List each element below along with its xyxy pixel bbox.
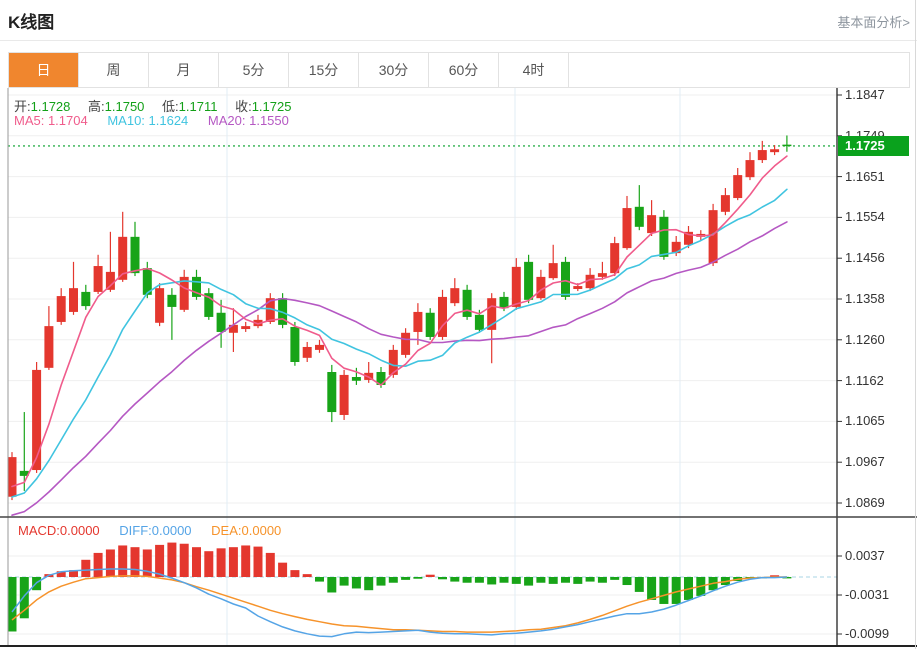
macd-legend: MACD:0.0000 DIFF:0.0000 DEA:0.0000 [18,523,297,538]
low-value: 1.1711 [179,99,218,114]
tab-period-60分[interactable]: 60分 [429,53,499,87]
main-y-label: 1.0967 [845,454,909,469]
ma-legend: MA5: 1.1704 MA10: 1.1624 MA20: 1.1550 [14,113,305,128]
close-label: 收: [235,99,252,114]
ma20-legend: MA20: 1.1550 [208,113,289,128]
main-y-label: 1.1162 [845,373,909,388]
main-y-label: 1.1554 [845,209,909,224]
main-y-label: 1.1260 [845,332,909,347]
close-value: 1.1725 [252,99,292,114]
open-value: 1.1728 [31,99,71,114]
tab-period-4时[interactable]: 4时 [499,53,569,87]
macd-y-label: 0.0037 [845,548,909,563]
main-y-label: 1.0869 [845,495,909,510]
current-price-tag: 1.1725 [838,136,909,156]
tab-period-15分[interactable]: 15分 [289,53,359,87]
dea-value-legend: DEA:0.0000 [211,523,281,538]
ma5-legend: MA5: 1.1704 [14,113,88,128]
main-y-label: 1.1065 [845,413,909,428]
header-divider [0,40,917,41]
page-right-edge [915,0,916,649]
open-label: 开: [14,99,31,114]
main-y-label: 1.1651 [845,169,909,184]
high-label: 高: [88,99,105,114]
main-y-label: 1.1847 [845,87,909,102]
main-y-label: 1.1358 [845,291,909,306]
fundamental-analysis-link[interactable]: 基本面分析> [837,12,910,31]
period-tab-bar: 日周月5分15分30分60分4时 [8,52,910,88]
tab-bar-filler [569,53,909,87]
tab-period-日[interactable]: 日 [9,53,79,87]
macd-y-label: -0.0031 [845,587,909,602]
macd-value-legend: MACD:0.0000 [18,523,100,538]
main-y-label: 1.1456 [845,250,909,265]
ma10-legend: MA10: 1.1624 [107,113,188,128]
tab-period-周[interactable]: 周 [79,53,149,87]
macd-y-label: -0.0099 [845,626,909,641]
tab-period-5分[interactable]: 5分 [219,53,289,87]
low-label: 低: [162,99,179,114]
tab-period-月[interactable]: 月 [149,53,219,87]
tab-period-30分[interactable]: 30分 [359,53,429,87]
high-value: 1.1750 [105,99,145,114]
page-title: K线图 [8,8,54,33]
diff-value-legend: DIFF:0.0000 [119,523,191,538]
